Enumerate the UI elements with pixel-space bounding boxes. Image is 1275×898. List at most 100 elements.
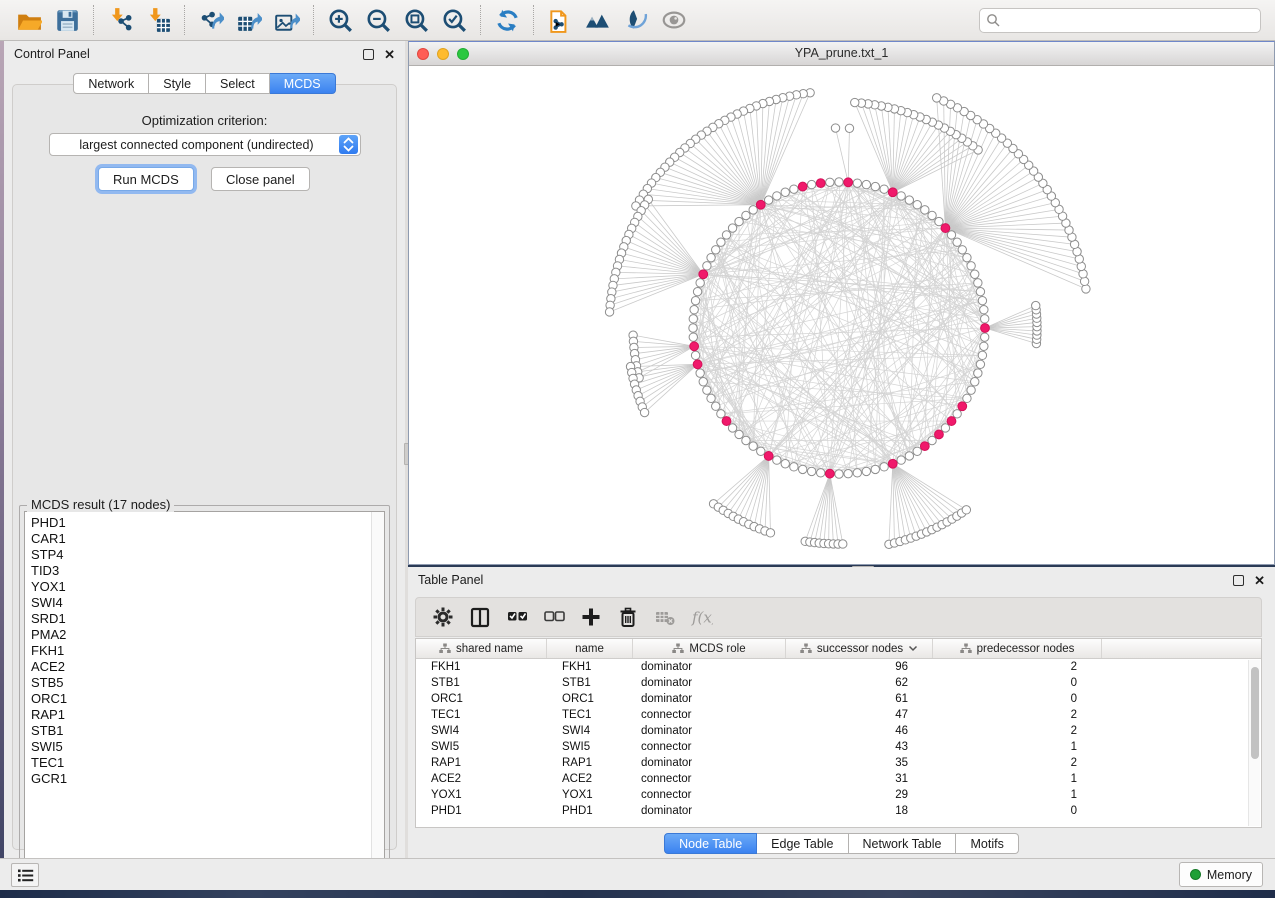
zoom-selected-button[interactable] xyxy=(435,3,473,37)
table-row[interactable]: PHD1PHD1dominator180 xyxy=(416,803,1261,819)
mcds-result-item[interactable]: ACE2 xyxy=(31,659,384,675)
tab-edge-table[interactable]: Edge Table xyxy=(757,833,848,854)
open-folder-icon xyxy=(16,7,42,33)
table-row[interactable]: TEC1TEC1connector472 xyxy=(416,707,1261,723)
table-scrollbar-thumb[interactable] xyxy=(1251,667,1259,759)
table-panel-close-icon[interactable]: ✕ xyxy=(1254,575,1265,586)
open-session-button[interactable] xyxy=(10,3,48,37)
refresh-layout-button[interactable] xyxy=(488,3,526,37)
memory-button[interactable]: Memory xyxy=(1179,862,1263,887)
mcds-result-item[interactable]: RAP1 xyxy=(31,707,384,723)
table-row[interactable]: ACE2ACE2connector311 xyxy=(416,771,1261,787)
select-all-button[interactable] xyxy=(498,601,535,633)
toggle-visual-style-button[interactable] xyxy=(617,3,655,37)
mcds-list-scrollbar[interactable] xyxy=(371,512,384,871)
criterion-select[interactable]: largest connected component (undirected) xyxy=(49,133,361,156)
table-panel-float-icon[interactable] xyxy=(1233,575,1244,586)
deselect-all-button[interactable] xyxy=(535,601,572,633)
mcds-result-item[interactable]: STB1 xyxy=(31,723,384,739)
column-header-shared-name[interactable]: shared name xyxy=(416,639,547,658)
mcds-result-item[interactable]: FKH1 xyxy=(31,643,384,659)
import-network-button[interactable] xyxy=(101,3,139,37)
mcds-result-item[interactable]: TID3 xyxy=(31,563,384,579)
mcds-result-item[interactable]: TEC1 xyxy=(31,755,384,771)
close-panel-button[interactable]: Close panel xyxy=(211,167,310,191)
mcds-result-item[interactable]: CAR1 xyxy=(31,531,384,547)
tab-node-table[interactable]: Node Table xyxy=(664,833,757,854)
eye-icon xyxy=(661,7,687,33)
node-table: shared name name MCDS role successor nodesp… xyxy=(415,638,1262,828)
run-mcds-button[interactable]: Run MCDS xyxy=(98,167,194,191)
table-cell: FKH1 xyxy=(416,659,547,675)
tab-network-table[interactable]: Network Table xyxy=(849,833,957,854)
control-panel-close-icon[interactable]: ✕ xyxy=(384,49,395,60)
zoom-in-button[interactable] xyxy=(321,3,359,37)
toolbar-separator xyxy=(93,5,94,35)
mcds-result-item[interactable]: STP4 xyxy=(31,547,384,563)
table-cell: 0 xyxy=(933,675,1102,691)
mcds-result-item[interactable]: STB5 xyxy=(31,675,384,691)
mcds-result-item[interactable]: SWI5 xyxy=(31,739,384,755)
column-header-MCDS-role[interactable]: MCDS role xyxy=(633,639,786,658)
column-header-label: MCDS role xyxy=(689,643,745,655)
column-header-predecessor-nodes[interactable]: predecessor nodes xyxy=(933,639,1102,658)
tab-style[interactable]: Style xyxy=(149,73,206,94)
birds-eye-view-button[interactable] xyxy=(579,3,617,37)
new-network-from-selection-button[interactable] xyxy=(541,3,579,37)
selected-node xyxy=(722,417,731,426)
show-hide-button[interactable] xyxy=(655,3,693,37)
table-settings-button[interactable] xyxy=(424,601,461,633)
table-row[interactable]: SWI5SWI5connector431 xyxy=(416,739,1261,755)
table-row[interactable]: RAP1RAP1dominator352 xyxy=(416,755,1261,771)
attribute-type-icon xyxy=(800,643,812,654)
selected-node xyxy=(947,417,956,426)
table-cell: SWI4 xyxy=(547,723,633,739)
export-table-button[interactable] xyxy=(230,3,268,37)
mcds-result-list[interactable]: PHD1CAR1STP4TID3YOX1SWI4SRD1PMA2FKH1ACE2… xyxy=(24,511,385,872)
zoom-out-button[interactable] xyxy=(359,3,397,37)
show-panels-list-button[interactable] xyxy=(11,863,39,887)
add-column-button[interactable] xyxy=(572,601,609,633)
column-header-label: name xyxy=(575,643,604,655)
hide-style-icon xyxy=(623,7,649,33)
table-cell: FKH1 xyxy=(547,659,633,675)
mcds-result-item[interactable]: PHD1 xyxy=(31,515,384,531)
search-input[interactable] xyxy=(979,8,1261,33)
tab-network[interactable]: Network xyxy=(73,73,149,94)
main-toolbar xyxy=(0,0,1275,41)
mcds-result-item[interactable]: SRD1 xyxy=(31,611,384,627)
network-graph-canvas[interactable] xyxy=(409,66,1274,564)
table-row[interactable]: SWI4SWI4dominator462 xyxy=(416,723,1261,739)
tab-motifs[interactable]: Motifs xyxy=(956,833,1018,854)
export-image-button[interactable] xyxy=(268,3,306,37)
tab-select[interactable]: Select xyxy=(206,73,270,94)
table-row[interactable]: YOX1YOX1connector291 xyxy=(416,787,1261,803)
table-row[interactable]: STB1STB1dominator620 xyxy=(416,675,1261,691)
table-row[interactable]: ORC1ORC1dominator610 xyxy=(416,691,1261,707)
list-icon xyxy=(17,868,34,883)
table-cell: 96 xyxy=(786,659,933,675)
show-column-panel-button[interactable] xyxy=(461,601,498,633)
toolbar-separator xyxy=(533,5,534,35)
mcds-result-item[interactable]: ORC1 xyxy=(31,691,384,707)
tab-mcds[interactable]: MCDS xyxy=(270,73,336,94)
save-session-button[interactable] xyxy=(48,3,86,37)
import-table-button[interactable] xyxy=(139,3,177,37)
column-header-successor-nodes[interactable]: successor nodes xyxy=(786,639,933,658)
table-cell: 2 xyxy=(933,707,1102,723)
table-delete-icon xyxy=(654,606,676,628)
network-window-titlebar[interactable]: YPA_prune.txt_1 xyxy=(409,42,1274,66)
mcds-result-item[interactable]: GCR1 xyxy=(31,771,384,787)
zoom-fit-button[interactable] xyxy=(397,3,435,37)
export-network-button[interactable] xyxy=(192,3,230,37)
mcds-result-item[interactable]: PMA2 xyxy=(31,627,384,643)
column-header-name[interactable]: name xyxy=(547,639,633,658)
mcds-result-item[interactable]: YOX1 xyxy=(31,579,384,595)
table-scrollbar[interactable] xyxy=(1248,660,1260,826)
table-row[interactable]: FKH1FKH1dominator962 xyxy=(416,659,1261,675)
svg-text:f(x): f(x) xyxy=(691,609,713,627)
control-panel-float-icon[interactable] xyxy=(363,49,374,60)
table-cell: 61 xyxy=(786,691,933,707)
delete-column-button[interactable] xyxy=(609,601,646,633)
mcds-result-item[interactable]: SWI4 xyxy=(31,595,384,611)
